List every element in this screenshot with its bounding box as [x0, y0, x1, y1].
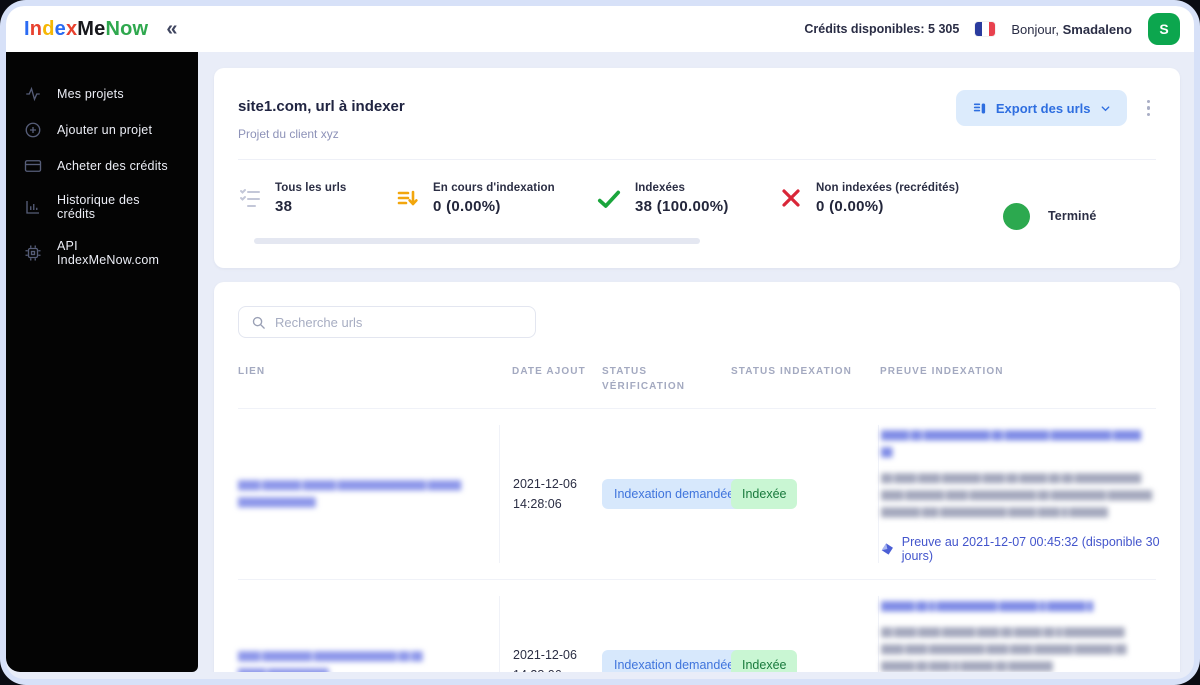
username: Smadaleno	[1062, 21, 1132, 37]
status-verification-badge: Indexation demandée	[602, 479, 747, 509]
main-content: site1.com, url à indexer Projet du clien…	[198, 52, 1186, 672]
check-icon	[596, 186, 622, 212]
column-header-date-ajout: DATE AJOUT	[512, 366, 586, 377]
logo-zone: IndexMeNow «	[6, 17, 198, 41]
sidebar-item-acheter-credits[interactable]: Acheter des crédits	[6, 148, 198, 184]
sidebar: Mes projets Ajouter un projet Acheter de…	[6, 52, 198, 672]
status-indexation-cell: Indexée	[731, 650, 878, 672]
sidebar-item-label: Ajouter un projet	[57, 123, 153, 137]
stat-value: 38 (100.00%)	[635, 198, 729, 215]
preuve-link[interactable]: Preuve au 2021-12-07 00:45:32 (disponibl…	[881, 535, 1168, 563]
date-cell: 2021-12-06 14:28:06	[499, 425, 602, 563]
user-greeting: Bonjour, Smadaleno	[1011, 21, 1132, 37]
checklist-icon	[238, 186, 262, 210]
more-options-kebab-icon[interactable]	[1141, 96, 1157, 121]
status-verification-cell: Indexation demandée	[602, 479, 747, 509]
time-added: 14:28:06	[513, 665, 602, 672]
topbar-right: Crédits disponibles: 5 305 Bonjour, Smad…	[804, 13, 1194, 45]
table-header: LIEN DATE AJOUT STATUS VÉRIFICATION STAT…	[238, 364, 1156, 408]
cpu-chip-icon	[24, 244, 42, 262]
stat-value: 0 (0.00%)	[433, 198, 501, 215]
preuve-text-redacted: ██ ████ ████ ███████ ████ ██ █████ ██ ██…	[881, 473, 1152, 517]
date-added: 2021-12-06	[513, 477, 577, 491]
sidebar-item-label: Historique des crédits	[57, 193, 140, 221]
stat-label: En cours d'indexation	[433, 182, 555, 194]
stat-termine: Terminé	[1003, 182, 1096, 250]
preuve-title-redacted: ██████ ██ █ ███████████ ███████ █ ██████…	[881, 601, 1093, 611]
project-head-text: site1.com, url à indexer Projet du clien…	[238, 90, 405, 141]
stat-value: 0 (0.00%)	[816, 198, 884, 215]
status-indexation-badge: Indexée	[731, 479, 798, 509]
status-indexation-badge: Indexée	[731, 650, 798, 672]
window-frame: IndexMeNow « Crédits disponibles: 5 305 …	[0, 0, 1200, 685]
column-header-status-verification: STATUS VÉRIFICATION	[602, 366, 686, 392]
sidebar-item-api[interactable]: API IndexMeNow.com	[6, 230, 198, 276]
stats-row: Tous les urls 38 En cours d'indexation 0…	[238, 176, 1156, 250]
app-root: IndexMeNow « Crédits disponibles: 5 305 …	[6, 6, 1194, 679]
project-subtitle: Projet du client xyz	[238, 127, 339, 141]
preuve-indexation-cell: ██████ ██ █ ███████████ ███████ █ ██████…	[878, 596, 1168, 672]
column-header-status-indexation: STATUS INDEXATION	[731, 366, 852, 377]
top-header: IndexMeNow « Crédits disponibles: 5 305 …	[6, 6, 1194, 52]
urls-table-card: LIEN DATE AJOUT STATUS VÉRIFICATION STAT…	[214, 282, 1180, 672]
preuve-title-redacted: █████ ██ ████████████ ██ ████████ ██████…	[881, 430, 1141, 457]
preuve-text-redacted: ██ ████ ████ ██████ ████ ██ █████ ██ █ █…	[881, 627, 1126, 671]
stat-value: 38	[275, 198, 293, 215]
date-added: 2021-12-06	[513, 648, 577, 662]
table-row: ████ ███████ ██████ ████████████████ ███…	[238, 408, 1160, 579]
sidebar-item-historique-credits[interactable]: Historique des crédits	[6, 184, 198, 230]
chevron-down-icon	[1101, 105, 1109, 111]
export-urls-button[interactable]: Export des urls	[955, 90, 1127, 126]
credit-card-icon	[24, 157, 42, 175]
diamond-icon	[881, 543, 893, 555]
search-box	[238, 306, 536, 338]
search-input[interactable]	[275, 314, 523, 330]
user-avatar[interactable]: S	[1148, 13, 1180, 45]
project-summary-card: site1.com, url à indexer Projet du clien…	[214, 68, 1180, 268]
french-flag-icon[interactable]	[975, 22, 996, 36]
sidebar-item-label: API IndexMeNow.com	[57, 239, 160, 267]
stat-label: Non indexées (recrédités)	[816, 182, 960, 194]
green-circle-icon	[1003, 202, 1030, 230]
date-cell: 2021-12-06 14:28:06	[499, 596, 602, 672]
sidebar-item-ajouter-projet[interactable]: Ajouter un projet	[6, 112, 198, 148]
column-header-preuve-indexation: PREUVE INDEXATION	[880, 366, 1004, 377]
bar-chart-icon	[24, 198, 42, 216]
stat-label: Tous les urls	[275, 182, 347, 194]
project-title: site1.com, url à indexer	[238, 98, 405, 115]
time-added: 14:28:06	[513, 497, 562, 511]
stat-label: Terminé	[1048, 209, 1097, 223]
card-divider	[238, 159, 1156, 160]
preuve-link-label: Preuve au 2021-12-07 00:45:32 (disponibl…	[901, 535, 1160, 563]
sidebar-item-mes-projets[interactable]: Mes projets	[6, 76, 198, 112]
status-verification-badge: Indexation demandée	[602, 650, 747, 672]
status-indexation-cell: Indexée	[731, 479, 878, 509]
url-link-redacted[interactable]: ████ ███████ ██████ ████████████████ ███…	[238, 477, 499, 511]
credits-available: Crédits disponibles: 5 305	[804, 22, 960, 36]
preuve-indexation-cell: █████ ██ ████████████ ██ ████████ ██████…	[878, 425, 1168, 563]
export-icon	[973, 103, 985, 113]
plus-circle-icon	[24, 121, 42, 139]
table-row: ████ █████████ ███████████████ ██ ██ ███…	[238, 579, 1156, 672]
sidebar-item-label: Mes projets	[57, 87, 124, 101]
search-icon	[252, 316, 265, 329]
activity-icon	[24, 85, 42, 103]
sidebar-item-label: Acheter des crédits	[57, 159, 168, 173]
stat-non-indexees: Non indexées (recrédités) 0 (0.00%)	[779, 182, 1003, 250]
progress-track	[254, 238, 700, 244]
url-link-redacted[interactable]: ████ █████████ ███████████████ ██ ██ ███…	[238, 648, 499, 672]
export-button-label: Export des urls	[995, 100, 1091, 116]
sidebar-collapse-icon[interactable]: «	[162, 17, 181, 41]
sort-down-icon	[396, 186, 420, 210]
stat-label: Indexées	[635, 182, 686, 194]
column-header-lien: LIEN	[238, 366, 266, 377]
x-icon	[779, 186, 803, 210]
status-verification-cell: Indexation demandée	[602, 650, 747, 672]
app-logo[interactable]: IndexMeNow	[24, 18, 148, 41]
